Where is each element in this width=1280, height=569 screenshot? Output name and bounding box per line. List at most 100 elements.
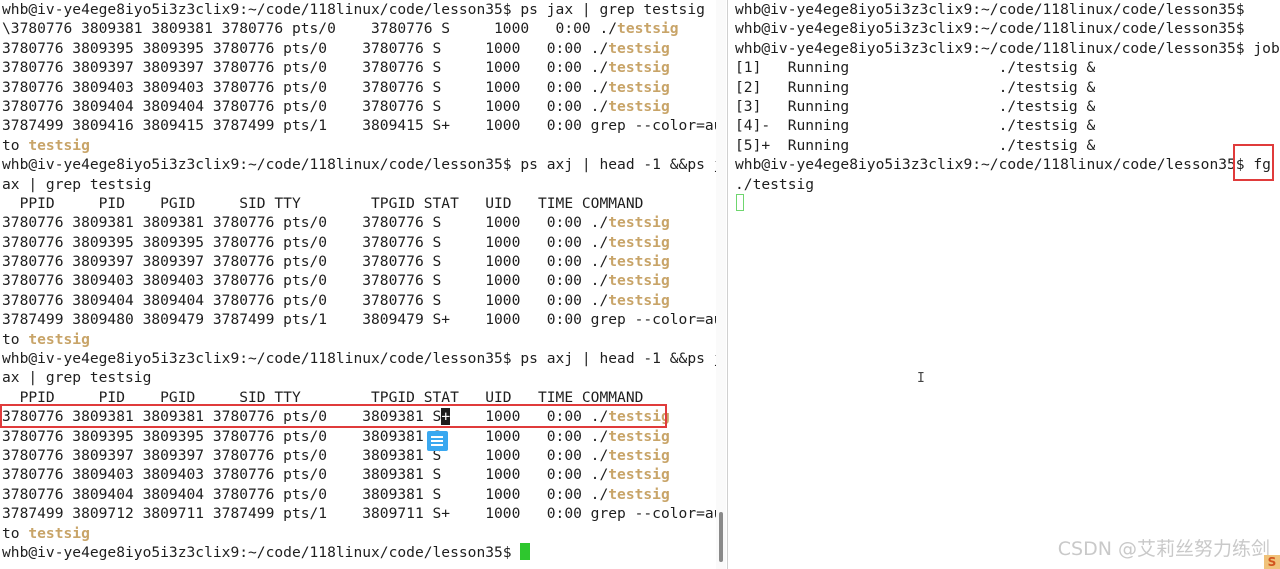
right-terminal[interactable]: whb@iv-ye4ege8iyo5i3z3clix9:~/code/118li… (733, 0, 1280, 569)
line-text: 3780776 3809397 3809397 3780776 pts/0 37… (2, 253, 609, 271)
line-text: PPID PID PGID SID TTY TPGID STAT UID TIM… (2, 388, 644, 406)
terminal-line: 3780776 3809403 3809403 3780776 pts/0 38… (2, 465, 716, 484)
line-text: whb@iv-ye4ege8iyo5i3z3clix9:~/code/118li… (735, 20, 1245, 38)
terminal-line: [2] Running ./testsig & (735, 78, 1280, 97)
highlighted-match: testsig (608, 291, 670, 309)
highlighted-match: testsig (608, 214, 670, 232)
terminal-line: [3] Running ./testsig & (735, 97, 1280, 116)
line-text: whb@iv-ye4ege8iyo5i3z3clix9:~/code/118li… (2, 543, 521, 561)
highlighted-match: testsig (28, 136, 90, 154)
highlighted-match: testsig (608, 466, 670, 484)
highlighted-match: testsig (617, 20, 679, 38)
terminal-line: whb@iv-ye4ege8iyo5i3z3clix9:~/code/118li… (2, 349, 716, 368)
csdn-watermark: CSDN @艾莉丝努力练剑 (1057, 538, 1270, 560)
line-text: to (2, 136, 29, 154)
line-text: ax | grep testsig (2, 369, 152, 387)
corner-logo-icon: S (1264, 555, 1280, 569)
line-text: [4]- Running ./testsig & (735, 117, 1096, 135)
highlighted-match: testsig (608, 446, 670, 464)
highlighted-match: testsig (608, 427, 670, 445)
terminal-line: whb@iv-ye4ege8iyo5i3z3clix9:~/code/118li… (735, 19, 1280, 38)
terminal-line: to testsig (2, 136, 716, 155)
line-text: to (2, 330, 29, 348)
line-text: ./testsig (735, 175, 815, 193)
line-text: 1000 0:00 ./ (450, 408, 609, 426)
highlighted-match: testsig (608, 233, 670, 251)
line-text: 3780776 3809403 3809403 3780776 pts/0 37… (2, 272, 609, 290)
highlighted-match: testsig (28, 330, 90, 348)
terminal-line: ax | grep testsig (2, 175, 716, 194)
terminal-line: whb@iv-ye4ege8iyo5i3z3clix9:~/code/118li… (735, 0, 1280, 19)
note-icon[interactable] (427, 431, 448, 451)
highlighted-match: testsig (608, 97, 670, 115)
terminal-line: whb@iv-ye4ege8iyo5i3z3clix9:~/code/118li… (2, 155, 716, 174)
highlighted-match: testsig (608, 39, 670, 57)
terminal-line: 3787499 3809416 3809415 3787499 pts/1 38… (2, 116, 716, 135)
line-text: whb@iv-ye4ege8iyo5i3z3clix9:~/code/118li… (735, 156, 1280, 174)
left-terminal-output[interactable]: whb@iv-ye4ege8iyo5i3z3clix9:~/code/118li… (0, 0, 716, 562)
line-text: 3780776 3809395 3809395 3780776 pts/0 37… (2, 39, 609, 57)
line-text: [3] Running ./testsig & (735, 97, 1096, 115)
terminal-line: [1] Running ./testsig & (735, 58, 1280, 77)
terminal-line: 3780776 3809395 3809395 3780776 pts/0 38… (2, 427, 716, 446)
line-text: 3787499 3809416 3809415 3787499 pts/1 38… (2, 117, 716, 135)
terminal-line: whb@iv-ye4ege8iyo5i3z3clix9:~/code/118li… (2, 0, 716, 19)
terminal-cursor[interactable] (736, 193, 744, 211)
terminal-line: 3780776 3809404 3809404 3780776 pts/0 37… (2, 291, 716, 310)
left-terminal-scrollbar[interactable] (716, 0, 726, 569)
scrollbar-thumb[interactable] (719, 512, 723, 562)
terminal-line: 3780776 3809404 3809404 3780776 pts/0 37… (2, 97, 716, 116)
terminal-line: 3787499 3809480 3809479 3787499 pts/1 38… (2, 310, 716, 329)
line-text: 3780776 3809395 3809395 3780776 pts/0 38… (2, 427, 609, 445)
right-terminal-output[interactable]: whb@iv-ye4ege8iyo5i3z3clix9:~/code/118li… (733, 0, 1280, 213)
terminal-line: 3780776 3809395 3809395 3780776 pts/0 37… (2, 233, 716, 252)
highlighted-match: testsig (608, 408, 670, 426)
terminal-line: 3780776 3809381 3809381 3780776 pts/0 37… (2, 213, 716, 232)
line-text: 3780776 3809404 3809404 3780776 pts/0 37… (2, 291, 609, 309)
pane-divider[interactable] (727, 0, 728, 569)
line-text: 3787499 3809712 3809711 3787499 pts/1 38… (2, 505, 716, 523)
line-text: 3780776 3809395 3809395 3780776 pts/0 37… (2, 233, 609, 251)
line-text: 3780776 3809404 3809404 3780776 pts/0 37… (2, 97, 609, 115)
line-text: whb@iv-ye4ege8iyo5i3z3clix9:~/code/118li… (735, 39, 1280, 57)
terminal-cursor[interactable] (520, 542, 531, 560)
terminal-line: 3780776 3809381 3809381 3780776 pts/0 38… (2, 407, 716, 426)
terminal-line: whb@iv-ye4ege8iyo5i3z3clix9:~/code/118li… (735, 155, 1280, 174)
highlighted-match: testsig (608, 485, 670, 503)
line-text: [5]+ Running ./testsig & (735, 136, 1096, 154)
line-text: whb@iv-ye4ege8iyo5i3z3clix9:~/code/118li… (735, 1, 1245, 18)
terminal-line (735, 193, 1280, 213)
line-text: ax | grep testsig (2, 175, 152, 193)
line-text: 3780776 3809403 3809403 3780776 pts/0 38… (2, 466, 609, 484)
terminal-line: whb@iv-ye4ege8iyo5i3z3clix9:~/code/118li… (2, 542, 716, 562)
line-text: to (2, 524, 29, 542)
terminal-line: 3780776 3809403 3809403 3780776 pts/0 37… (2, 78, 716, 97)
highlighted-match: testsig (608, 253, 670, 271)
line-text: 3787499 3809480 3809479 3787499 pts/1 38… (2, 311, 716, 329)
terminal-line: [5]+ Running ./testsig & (735, 136, 1280, 155)
highlighted-match: testsig (608, 78, 670, 96)
line-text: [1] Running ./testsig & (735, 59, 1096, 77)
line-text: whb@iv-ye4ege8iyo5i3z3clix9:~/code/118li… (2, 1, 705, 18)
line-text: PPID PID PGID SID TTY TPGID STAT UID TIM… (2, 194, 644, 212)
left-terminal[interactable]: whb@iv-ye4ege8iyo5i3z3clix9:~/code/118li… (0, 0, 716, 569)
terminal-line: to testsig (2, 524, 716, 543)
terminal-line: to testsig (2, 330, 716, 349)
highlighted-match: testsig (608, 59, 670, 77)
line-text: whb@iv-ye4ege8iyo5i3z3clix9:~/code/118li… (2, 350, 716, 368)
highlighted-match: testsig (28, 524, 90, 542)
line-text: [2] Running ./testsig & (735, 78, 1096, 96)
terminal-line: 3780776 3809397 3809397 3780776 pts/0 38… (2, 446, 716, 465)
terminal-line: 3780776 3809404 3809404 3780776 pts/0 38… (2, 485, 716, 504)
line-text: 3780776 3809397 3809397 3780776 pts/0 37… (2, 59, 609, 77)
highlighted-match: testsig (608, 272, 670, 290)
line-text: whb@iv-ye4ege8iyo5i3z3clix9:~/code/118li… (2, 156, 716, 174)
terminal-line: ax | grep testsig (2, 368, 716, 387)
terminal-line: PPID PID PGID SID TTY TPGID STAT UID TIM… (2, 388, 716, 407)
terminal-line: \3780776 3809381 3809381 3780776 pts/0 3… (2, 19, 716, 38)
line-text: 3780776 3809381 3809381 3780776 pts/0 37… (2, 214, 609, 232)
line-text: 3780776 3809381 3809381 3780776 pts/0 38… (2, 408, 442, 426)
terminal-line: PPID PID PGID SID TTY TPGID STAT UID TIM… (2, 194, 716, 213)
terminal-line: 3780776 3809403 3809403 3780776 pts/0 37… (2, 271, 716, 290)
terminal-line: [4]- Running ./testsig & (735, 116, 1280, 135)
